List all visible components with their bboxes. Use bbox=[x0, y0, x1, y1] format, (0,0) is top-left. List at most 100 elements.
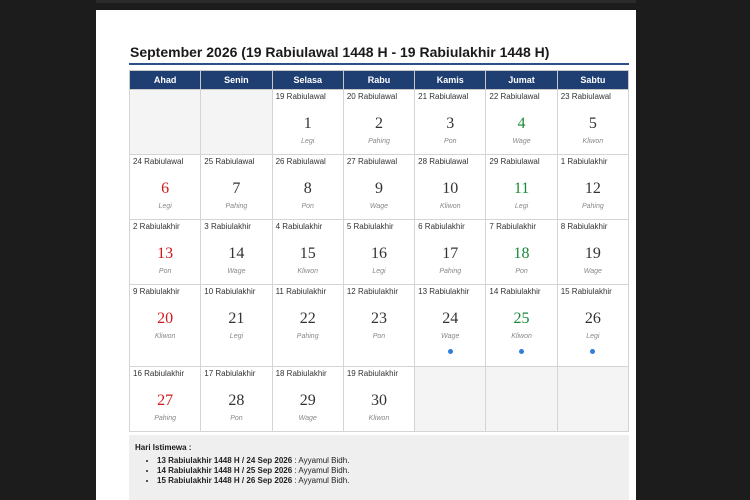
empty-day-cell bbox=[485, 366, 558, 432]
calendar-page: September 2026 (19 Rabiulawal 1448 H - 1… bbox=[96, 10, 636, 500]
empty-day-cell bbox=[128, 89, 202, 155]
weekday-ahad: Ahad bbox=[128, 70, 202, 90]
pasaran-label: Pon bbox=[230, 415, 243, 422]
weekday-sabtu: Sabtu bbox=[556, 70, 630, 90]
day-number: 12 bbox=[584, 180, 601, 197]
day-cell[interactable]: 5 Rabiulakhir 16 Legi bbox=[342, 219, 416, 285]
special-day-date: 14 Rabiulakhir 1448 H / 25 Sep 2026 bbox=[157, 466, 293, 475]
day-cell[interactable]: 3 Rabiulakhir 14 Wage bbox=[200, 219, 273, 285]
day-number: 18 bbox=[513, 245, 530, 262]
hijri-date: 14 Rabiulakhir bbox=[489, 287, 541, 296]
day-number: 23 bbox=[370, 310, 387, 327]
day-number: 1 bbox=[303, 115, 312, 132]
day-cell[interactable]: 14 Rabiulakhir 25 Kliwon bbox=[485, 284, 558, 367]
day-cell[interactable]: 9 Rabiulakhir 20 Kliwon bbox=[128, 284, 202, 367]
special-day-item: 13 Rabiulakhir 1448 H / 24 Sep 2026 : Ay… bbox=[157, 456, 349, 466]
hijri-date: 10 Rabiulakhir bbox=[204, 287, 256, 296]
pasaran-label: Legi bbox=[301, 138, 315, 145]
day-cell[interactable]: 28 Rabiulawal 10 Kliwon bbox=[414, 154, 487, 220]
day-cell[interactable]: 29 Rabiulawal 11 Legi bbox=[485, 154, 558, 220]
day-cell[interactable]: 13 Rabiulakhir 24 Wage bbox=[414, 284, 487, 367]
day-cell[interactable]: 6 Rabiulakhir 17 Pahing bbox=[414, 219, 487, 285]
event-dot-icon bbox=[447, 349, 453, 354]
day-cell[interactable]: 27 Rabiulawal 9 Wage bbox=[342, 154, 416, 220]
pasaran-label: Pahing bbox=[296, 333, 319, 340]
day-cell[interactable]: 22 Rabiulawal 4 Wage bbox=[485, 89, 558, 155]
day-number: 7 bbox=[232, 180, 241, 197]
day-number: 20 bbox=[157, 310, 174, 327]
day-number: 26 bbox=[584, 310, 601, 327]
day-number: 10 bbox=[442, 180, 459, 197]
pasaran-label: Pahing bbox=[439, 268, 462, 275]
calendar-week-row: 9 Rabiulakhir 20 Kliwon 10 Rabiulakhir 21 Leg… bbox=[128, 284, 630, 367]
day-cell[interactable]: 2 Rabiulakhir 13 Pon bbox=[128, 219, 202, 285]
hijri-date: 1 Rabiulakhir bbox=[560, 157, 608, 166]
day-cell[interactable]: 19 Rabiulawal 1 Legi bbox=[271, 89, 344, 155]
calendar-table: Ahad Senin Selasa Rabu Kamis Jumat Sabtu… bbox=[128, 70, 630, 432]
hijri-date: 16 Rabiulakhir bbox=[133, 369, 185, 378]
hijri-date: 26 Rabiulawal bbox=[275, 157, 326, 166]
day-cell[interactable]: 15 Rabiulakhir 26 Legi bbox=[556, 284, 630, 367]
pasaran-label: Wage bbox=[583, 268, 602, 275]
hijri-date: 19 Rabiulakhir bbox=[346, 369, 398, 378]
day-cell[interactable]: 23 Rabiulawal 5 Kliwon bbox=[556, 89, 630, 155]
day-cell[interactable]: 24 Rabiulawal 6 Legi bbox=[128, 154, 202, 220]
day-number: 6 bbox=[161, 180, 170, 197]
day-number: 22 bbox=[299, 310, 316, 327]
pasaran-label: Wage bbox=[369, 203, 389, 210]
hijri-date: 8 Rabiulakhir bbox=[560, 222, 608, 231]
weekday-kamis: Kamis bbox=[414, 70, 487, 90]
day-cell[interactable]: 20 Rabiulawal 2 Pahing bbox=[342, 89, 416, 155]
weekday-header-row: Ahad Senin Selasa Rabu Kamis Jumat Sabtu bbox=[128, 70, 630, 90]
hijri-date: 11 Rabiulakhir bbox=[275, 287, 327, 296]
day-cell[interactable]: 1 Rabiulakhir 12 Pahing bbox=[556, 154, 630, 220]
day-number: 9 bbox=[374, 180, 383, 197]
day-number: 15 bbox=[299, 245, 316, 262]
pasaran-label: Kliwon bbox=[154, 333, 176, 340]
day-cell[interactable]: 16 Rabiulakhir 27 Pahing bbox=[128, 366, 202, 432]
day-number: 3 bbox=[446, 115, 455, 132]
day-cell[interactable]: 10 Rabiulakhir 21 Legi bbox=[200, 284, 273, 367]
title-divider bbox=[129, 63, 629, 65]
special-day-desc: : Ayyamul Bidh. bbox=[294, 476, 350, 485]
day-cell[interactable]: 11 Rabiulakhir 22 Pahing bbox=[271, 284, 344, 367]
day-cell[interactable]: 8 Rabiulakhir 19 Wage bbox=[556, 219, 630, 285]
pasaran-label: Kliwon bbox=[368, 415, 390, 422]
day-number: 8 bbox=[303, 180, 312, 197]
pasaran-label: Wage bbox=[298, 415, 317, 422]
calendar-week-row: 24 Rabiulawal 6 Legi 25 Rabiulawal 7 Pahing 26… bbox=[128, 154, 630, 220]
hijri-date: 29 Rabiulawal bbox=[489, 157, 540, 166]
pasaran-label: Pahing bbox=[581, 203, 604, 210]
hijri-date: 7 Rabiulakhir bbox=[489, 222, 537, 231]
day-cell[interactable]: 7 Rabiulakhir 18 Pon bbox=[485, 219, 558, 285]
hijri-date: 17 Rabiulakhir bbox=[204, 369, 256, 378]
special-day-desc: : Ayyamul Bidh. bbox=[294, 456, 350, 465]
special-day-item: 14 Rabiulakhir 1448 H / 25 Sep 2026 : Ay… bbox=[157, 466, 349, 476]
day-number: 30 bbox=[370, 392, 387, 409]
special-day-desc: : Ayyamul Bidh. bbox=[294, 466, 350, 475]
day-cell[interactable]: 21 Rabiulawal 3 Pon bbox=[414, 89, 487, 155]
hijri-date: 3 Rabiulakhir bbox=[204, 222, 251, 231]
day-cell[interactable]: 4 Rabiulakhir 15 Kliwon bbox=[271, 219, 344, 285]
special-day-date: 15 Rabiulakhir 1448 H / 26 Sep 2026 bbox=[157, 476, 293, 485]
hijri-date: 4 Rabiulakhir bbox=[275, 222, 323, 231]
hijri-date: 9 Rabiulakhir bbox=[133, 287, 180, 296]
pasaran-label: Pon bbox=[515, 268, 528, 275]
day-number: 2 bbox=[374, 115, 383, 132]
day-cell[interactable]: 25 Rabiulawal 7 Pahing bbox=[200, 154, 273, 220]
pasaran-label: Pon bbox=[301, 203, 314, 210]
day-cell[interactable]: 18 Rabiulakhir 29 Wage bbox=[271, 366, 344, 432]
day-cell[interactable]: 19 Rabiulakhir 30 Kliwon bbox=[342, 366, 416, 432]
weekday-jumat: Jumat bbox=[485, 70, 558, 90]
pasaran-label: Kliwon bbox=[582, 138, 604, 145]
special-day-item: 15 Rabiulakhir 1448 H / 26 Sep 2026 : Ay… bbox=[157, 476, 349, 486]
pasaran-label: Kliwon bbox=[439, 203, 461, 210]
hijri-date: 18 Rabiulakhir bbox=[275, 369, 327, 378]
day-number: 27 bbox=[157, 392, 174, 409]
day-cell[interactable]: 17 Rabiulakhir 28 Pon bbox=[200, 366, 273, 432]
special-day-date: 13 Rabiulakhir 1448 H / 24 Sep 2026 bbox=[157, 456, 293, 465]
day-cell[interactable]: 12 Rabiulakhir 23 Pon bbox=[342, 284, 416, 367]
page-title: September 2026 (19 Rabiulawal 1448 H - 1… bbox=[130, 44, 550, 60]
pasaran-label: Kliwon bbox=[297, 268, 319, 275]
day-cell[interactable]: 26 Rabiulawal 8 Pon bbox=[271, 154, 344, 220]
